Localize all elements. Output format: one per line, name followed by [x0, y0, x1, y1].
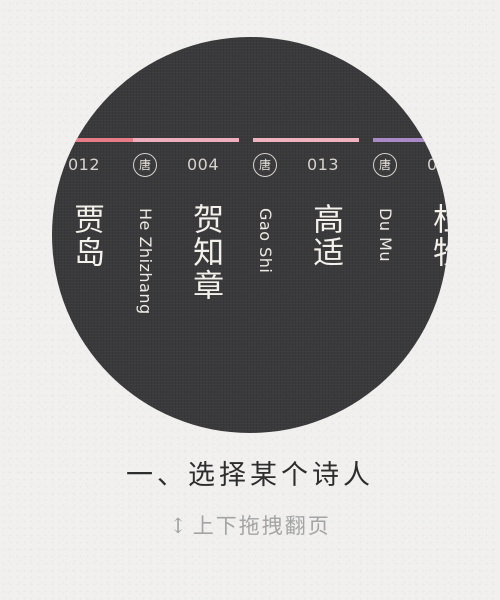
- poet-number: 012: [68, 155, 101, 174]
- poet-carousel[interactable]: 012 贾岛 唐 004 He Zhizhang 贺知章 唐 013 Gao S…: [52, 37, 448, 433]
- poet-track[interactable]: 012 贾岛 唐 004 He Zhizhang 贺知章 唐 013 Gao S…: [52, 37, 448, 433]
- poet-card-gao-shi[interactable]: 唐 013 Gao Shi 高适: [253, 37, 363, 433]
- poet-color-bar: [133, 138, 239, 142]
- poet-number: 004: [187, 155, 220, 174]
- drag-hint-text: 上下拖拽翻页: [192, 514, 331, 538]
- dynasty-badge: 唐: [133, 153, 157, 177]
- poet-name: 高适: [307, 203, 344, 269]
- updown-arrow-icon: ↕: [169, 514, 189, 538]
- poet-pinyin: Du Mu: [376, 208, 395, 262]
- dynasty-badge: 唐: [373, 153, 397, 177]
- poet-name: 杜牧: [427, 203, 448, 269]
- poet-color-bar: [373, 138, 448, 142]
- dynasty-badge: 唐: [253, 153, 277, 177]
- poet-number: 004: [427, 155, 448, 174]
- poet-name: 贺知章: [187, 203, 224, 302]
- poet-pinyin: Gao Shi: [256, 208, 275, 274]
- poet-card-he-zhizhang[interactable]: 唐 004 He Zhizhang 贺知章: [133, 37, 243, 433]
- poet-pinyin: He Zhizhang: [136, 208, 155, 315]
- poet-name: 贾岛: [68, 203, 105, 269]
- poet-color-bar: [253, 138, 359, 142]
- drag-hint: ↕ 上下拖拽翻页: [0, 510, 500, 540]
- step-title: 一、选择某个诗人: [126, 460, 374, 491]
- poet-number: 013: [307, 155, 340, 174]
- poet-card-du-mu[interactable]: 唐 004 Du Mu 杜牧: [373, 37, 448, 433]
